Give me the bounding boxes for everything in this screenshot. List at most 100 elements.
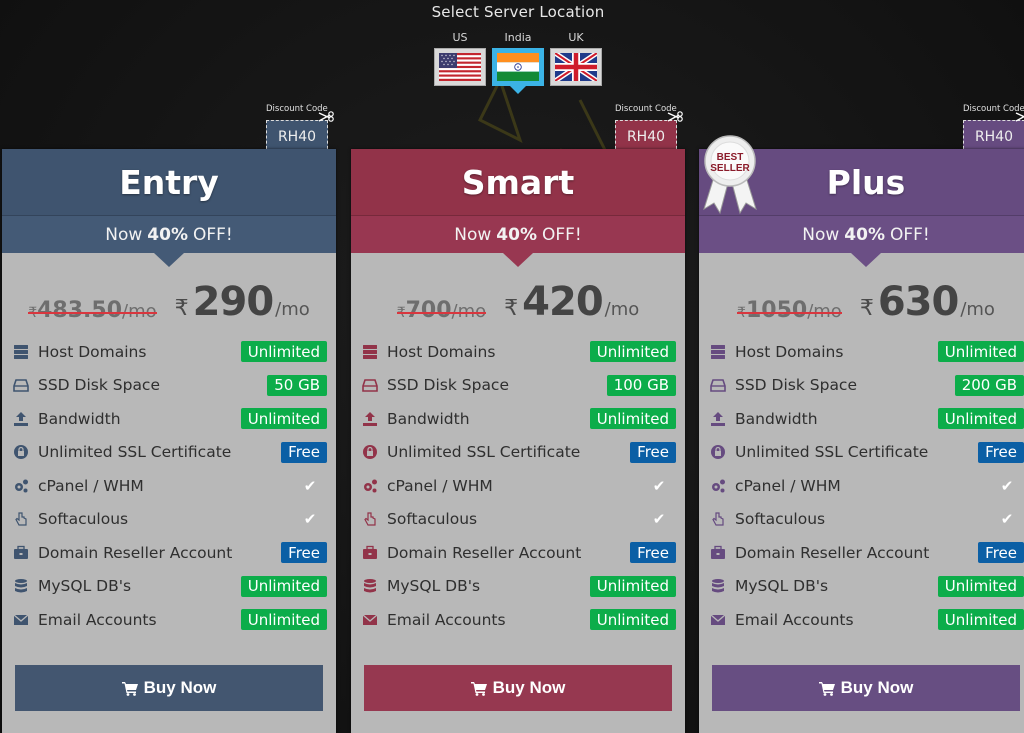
old-price-value: 700 (405, 298, 452, 323)
feature-value-badge: Unlimited (240, 341, 327, 363)
hdd-icon (12, 377, 30, 393)
feature-row: Unlimited SSL Certificate Free (709, 436, 1024, 470)
feature-value-badge: Unlimited (937, 609, 1024, 631)
gears-icon (361, 478, 379, 494)
feature-name: Bandwidth (38, 409, 121, 428)
plan-name: Smart (351, 149, 685, 216)
new-price: ₹420/mo (504, 279, 639, 325)
feature-name: Host Domains (735, 342, 844, 361)
price-period: /mo (451, 301, 487, 322)
price-period: /mo (960, 299, 995, 320)
database-icon (12, 578, 30, 594)
offer-suffix: OFF! (541, 224, 582, 245)
server-icon (12, 344, 30, 360)
feature-row: Bandwidth Unlimited (12, 402, 327, 436)
discount-code-entry: Discount Code RH40 (265, 104, 345, 154)
feature-row: Bandwidth Unlimited (709, 402, 1024, 436)
feature-row: cPanel / WHM ✔ (361, 469, 676, 503)
feature-name: Softaculous (387, 510, 478, 529)
location-option-uk[interactable]: UK (550, 32, 602, 86)
us-flag-button[interactable] (434, 48, 486, 86)
feature-name: SSD Disk Space (38, 376, 160, 395)
database-icon (361, 578, 379, 594)
location-option-india[interactable]: India (492, 32, 544, 86)
check-badge: ✔ (1000, 476, 1014, 495)
feature-value-badge: Unlimited (240, 575, 327, 597)
offer-prefix: Now (105, 224, 143, 245)
buy-now-button[interactable]: Buy Now (712, 665, 1020, 711)
buy-now-label: Buy Now (143, 678, 217, 697)
buy-now-label: Buy Now (840, 678, 914, 697)
feature-name: cPanel / WHM (38, 476, 144, 495)
feature-name: MySQL DB's (387, 577, 481, 596)
envelope-icon (361, 612, 379, 628)
feature-row: Unlimited SSL Certificate Free (361, 436, 676, 470)
best-seller-line2: SELLER (710, 163, 750, 174)
currency-symbol: ₹ (504, 296, 519, 321)
new-price-value: 630 (877, 279, 959, 325)
feature-value-badge: Unlimited (589, 575, 676, 597)
feature-name: Email Accounts (38, 610, 157, 629)
feature-list: Host Domains Unlimited SSD Disk Space 10… (351, 335, 685, 637)
feature-name: Softaculous (735, 510, 826, 529)
upload-icon (709, 411, 727, 427)
currency-symbol: ₹ (737, 305, 746, 321)
feature-row: Domain Reseller Account Free (709, 536, 1024, 570)
offer-prefix: Now (802, 224, 840, 245)
feature-name: Email Accounts (735, 610, 854, 629)
buy-now-button[interactable]: Buy Now (364, 665, 672, 711)
lock-icon (709, 444, 727, 460)
old-price: ₹483.50/mo (28, 298, 158, 325)
offer-percent: 40% (844, 224, 885, 245)
feature-row: Email Accounts Unlimited (361, 603, 676, 637)
feature-value-badge: Unlimited (240, 408, 327, 430)
feature-name: Host Domains (387, 342, 496, 361)
feature-row: Email Accounts Unlimited (12, 603, 327, 637)
location-option-us[interactable]: US (434, 32, 486, 86)
feature-name: cPanel / WHM (735, 476, 841, 495)
scissors-icon (667, 111, 683, 122)
price-period: /mo (807, 301, 842, 322)
feature-value-badge: Free (978, 441, 1024, 463)
feature-value-badge: Unlimited (937, 341, 1024, 363)
shopping-cart-icon (121, 681, 138, 696)
feature-value-badge: Unlimited (937, 575, 1024, 597)
new-price: ₹290/mo (175, 279, 310, 325)
location-label: UK (568, 31, 584, 44)
feature-value-badge: Unlimited (240, 609, 327, 631)
feature-value-badge: 200 GB (954, 374, 1024, 396)
india-flag-button[interactable] (492, 48, 544, 86)
plan-card-entry: Entry Now 40% OFF! ₹483.50/mo ₹290/mo Ho… (2, 149, 336, 733)
feature-name: SSD Disk Space (387, 376, 509, 395)
server-icon (709, 344, 727, 360)
buy-now-label: Buy Now (492, 678, 566, 697)
us-flag-icon (439, 53, 481, 81)
new-price-value: 420 (522, 279, 603, 325)
hand-pointer-icon (12, 511, 30, 527)
check-badge: ✔ (303, 510, 317, 529)
feature-name: MySQL DB's (735, 577, 829, 596)
uk-flag-icon (555, 53, 597, 81)
uk-flag-button[interactable] (550, 48, 602, 86)
feature-row: SSD Disk Space 50 GB (12, 369, 327, 403)
scissors-icon (1015, 112, 1024, 122)
feature-value-badge: Free (978, 542, 1024, 564)
currency-symbol: ₹ (28, 305, 38, 321)
offer-suffix: OFF! (889, 224, 930, 245)
buy-now-button[interactable]: Buy Now (15, 665, 323, 711)
shopping-cart-icon (470, 681, 487, 696)
shopping-cart-icon (818, 681, 835, 696)
hand-pointer-icon (361, 511, 379, 527)
feature-row: cPanel / WHM ✔ (12, 469, 327, 503)
envelope-icon (709, 612, 727, 628)
feature-name: MySQL DB's (38, 577, 132, 596)
feature-name: Domain Reseller Account (38, 543, 233, 562)
feature-row: Bandwidth Unlimited (361, 402, 676, 436)
feature-name: cPanel / WHM (387, 476, 493, 495)
feature-row: Softaculous ✔ (361, 503, 676, 537)
upload-icon (12, 411, 30, 427)
price-period: /mo (275, 299, 310, 320)
feature-row: Domain Reseller Account Free (12, 536, 327, 570)
feature-row: MySQL DB's Unlimited (12, 570, 327, 604)
feature-name: Unlimited SSL Certificate (38, 443, 232, 462)
